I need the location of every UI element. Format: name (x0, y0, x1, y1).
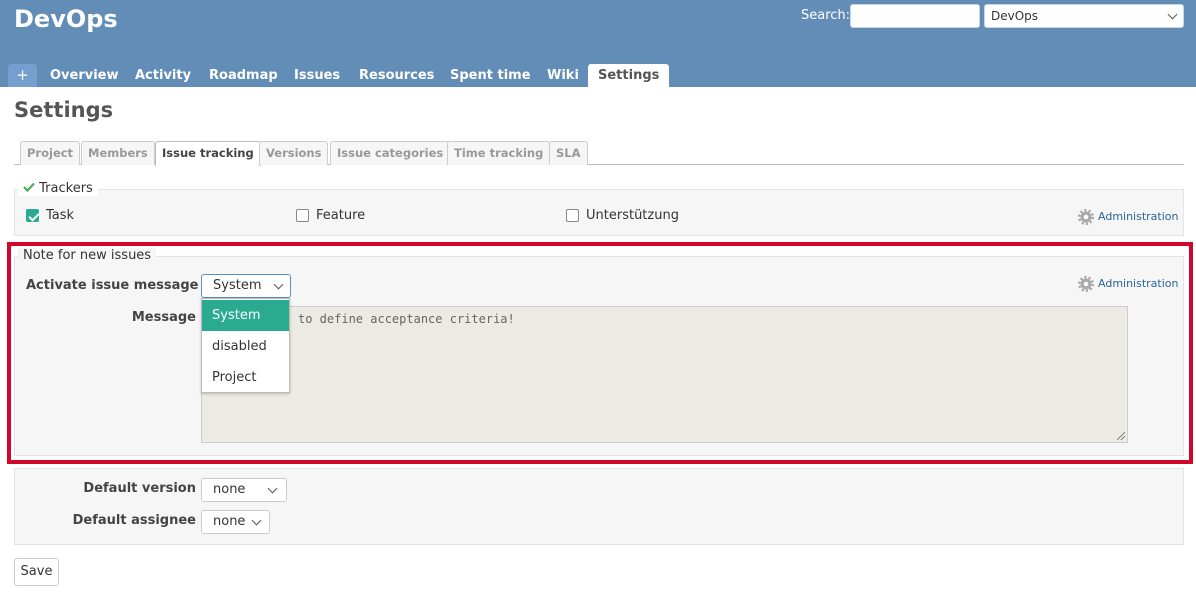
default-version-select[interactable]: none (201, 478, 287, 502)
tab-issue-tracking[interactable]: Issue tracking (155, 141, 261, 166)
default-assignee-label: Default assignee (72, 513, 196, 528)
tab-sla[interactable]: SLA (549, 141, 588, 165)
tab-versions[interactable]: Versions (259, 141, 329, 165)
trackers-legend: Trackers (18, 181, 98, 196)
menu-item-wiki[interactable]: Wiki (537, 64, 589, 87)
highlight-frame (7, 242, 1193, 464)
default-version-value: none (213, 482, 246, 497)
gear-icon (1078, 209, 1094, 225)
tab-members[interactable]: Members (81, 141, 155, 165)
menu-item-activity[interactable]: Activity (125, 64, 201, 87)
menu-item-settings[interactable]: Settings (588, 64, 670, 87)
tab-time-tracking[interactable]: Time tracking (447, 141, 551, 165)
top-header: DevOps Search: DevOps + Overview Activit… (0, 0, 1196, 87)
new-object-button[interactable]: + (8, 64, 37, 87)
tab-project[interactable]: Project (20, 141, 81, 165)
tracker-unterstuetzung-label: Unterstützung (586, 208, 679, 223)
chevron-down-icon (267, 483, 278, 494)
menu-item-resources[interactable]: Resources (349, 64, 444, 87)
menu-item-spent-time[interactable]: Spent time (440, 64, 541, 87)
tab-issue-categories[interactable]: Issue categories (330, 141, 451, 165)
menu-item-overview[interactable]: Overview (40, 64, 129, 87)
tracker-task-label: Task (46, 208, 75, 223)
search-input[interactable] (850, 4, 980, 28)
tracker-task-checkbox[interactable] (26, 209, 39, 222)
settings-tabs: Project Members Issue tracking Versions … (14, 141, 1184, 166)
chevron-down-icon (251, 515, 262, 526)
menu-item-roadmap[interactable]: Roadmap (199, 64, 288, 87)
defaults-fieldset (14, 468, 1184, 545)
tracker-unterstuetzung-checkbox[interactable] (566, 209, 579, 222)
project-jump-select[interactable]: DevOps (984, 4, 1184, 28)
trackers-administration-link[interactable]: Administration (1098, 210, 1179, 223)
search-label: Search: (801, 8, 851, 23)
trackers-legend-label: Trackers (39, 181, 93, 196)
checkmark-icon (23, 182, 35, 193)
tracker-feature-label: Feature (316, 208, 366, 223)
project-title: DevOps (14, 5, 118, 33)
save-button[interactable]: Save (14, 558, 59, 586)
default-assignee-value: none (213, 514, 246, 529)
default-assignee-select[interactable]: none (201, 510, 270, 534)
tracker-feature-checkbox[interactable] (296, 209, 309, 222)
chevron-down-icon (1167, 9, 1178, 20)
project-jump-value: DevOps (991, 9, 1039, 23)
page-title: Settings (14, 98, 114, 122)
default-version-label: Default version (83, 481, 196, 496)
menu-item-issues[interactable]: Issues (284, 64, 350, 87)
